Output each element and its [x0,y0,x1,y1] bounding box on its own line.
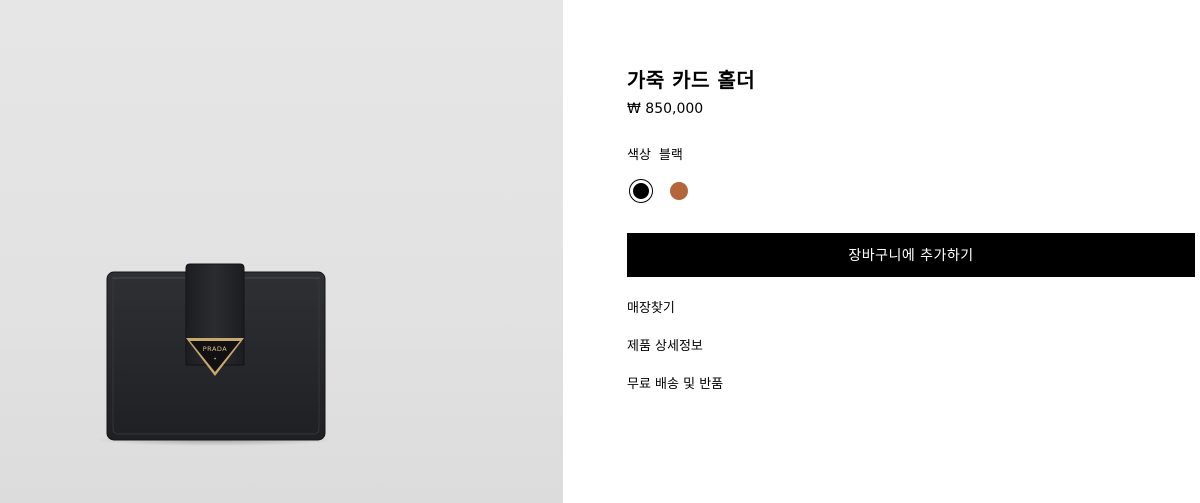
color-swatch-black[interactable] [629,179,653,203]
card-holder-product-image: PRADA ✦ [95,263,335,446]
color-selected-value: 블랙 [658,148,683,163]
product-image-panel: PRADA ✦ [0,0,563,503]
shipping-returns-link[interactable]: 무료 배송 및 반품 [627,373,723,392]
color-selection-label: 색상 블랙 [627,144,683,163]
product-price: ₩ 850,000 [627,101,704,117]
color-swatches [629,179,691,203]
color-swatch-brown[interactable] [667,179,691,203]
swatch-fill-black [633,183,649,199]
color-label: 색상 [627,148,651,163]
product-page: PRADA ✦ 가죽 카드 홀더 ₩ 850,000 색상 블랙 장바구니에 추가… [0,0,1200,503]
product-info-panel: 가죽 카드 홀더 ₩ 850,000 색상 블랙 장바구니에 추가하기 매장찾기 … [627,0,1195,503]
add-to-cart-button[interactable]: 장바구니에 추가하기 [627,233,1195,277]
product-details-link[interactable]: 제품 상세정보 [627,335,703,354]
find-store-link[interactable]: 매장찾기 [627,297,675,316]
product-title: 가죽 카드 홀더 [627,68,756,92]
prada-logo-text: PRADA [203,345,228,353]
swatch-fill-brown [670,182,688,200]
